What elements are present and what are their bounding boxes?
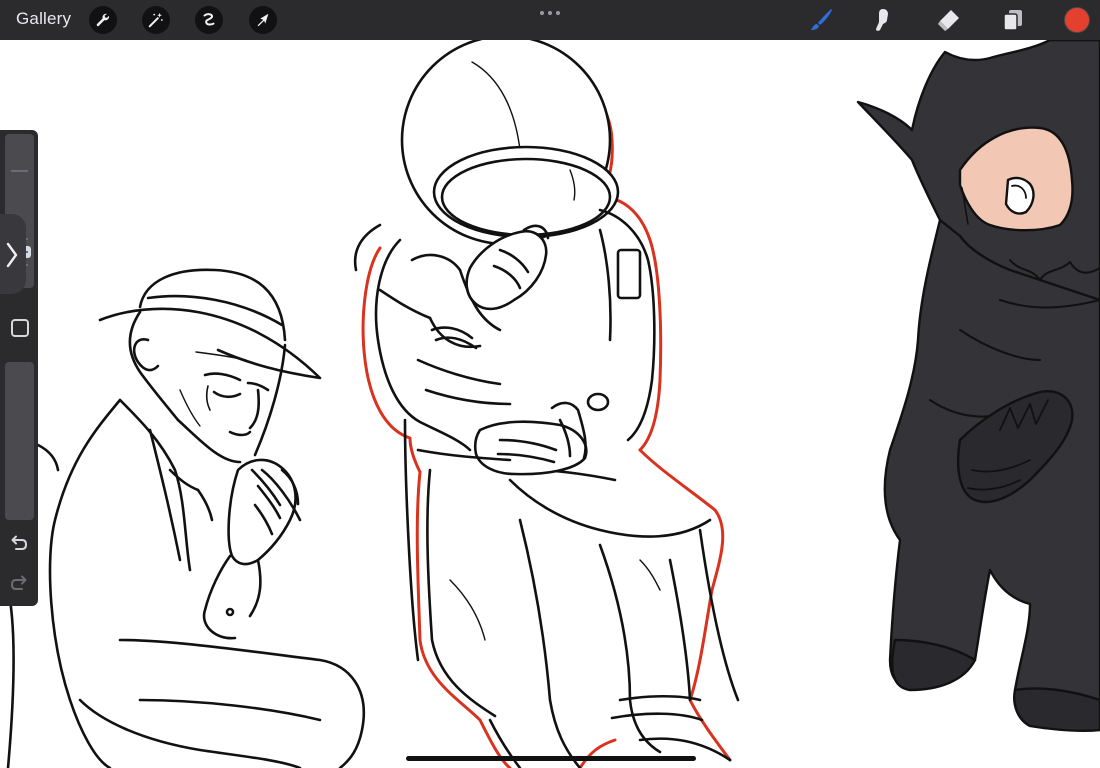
dot-icon	[540, 11, 544, 15]
undo-icon[interactable]	[8, 532, 30, 554]
dot-icon	[548, 11, 552, 15]
selection-button[interactable]	[195, 6, 223, 34]
smudge-tool-button[interactable]	[868, 5, 898, 35]
magic-wand-icon	[148, 12, 163, 28]
brush-icon	[811, 9, 832, 30]
layers-icon	[1003, 10, 1022, 31]
modify-button[interactable]	[11, 319, 29, 337]
adjustments-button[interactable]	[142, 6, 170, 34]
eraser-tool-button[interactable]	[933, 5, 963, 35]
selection-icon	[203, 13, 215, 26]
wrench-icon	[96, 13, 110, 27]
top-toolbar: Gallery	[0, 0, 1100, 40]
procreate-app: Gallery	[0, 0, 1100, 768]
left-sidebar	[0, 130, 38, 606]
color-picker-button[interactable]	[1065, 8, 1089, 32]
drawing-canvas[interactable]	[0, 40, 1100, 768]
actions-button[interactable]	[89, 6, 117, 34]
dot-icon	[556, 11, 560, 15]
opacity-slider[interactable]	[5, 362, 34, 520]
smudge-icon	[876, 9, 888, 31]
layers-button[interactable]	[998, 5, 1028, 35]
sidebar-collapse-tab[interactable]	[0, 214, 26, 294]
eraser-icon	[938, 10, 959, 31]
home-indicator[interactable]	[406, 756, 696, 761]
transform-button[interactable]	[249, 6, 277, 34]
gallery-button[interactable]: Gallery	[16, 9, 71, 29]
move-arrow-icon	[257, 13, 269, 27]
more-options-button[interactable]	[537, 8, 563, 18]
slider-tick	[11, 170, 28, 172]
chevron-right-icon	[6, 242, 18, 268]
redo-icon[interactable]	[8, 572, 30, 594]
paint-tool-button[interactable]	[806, 5, 836, 35]
